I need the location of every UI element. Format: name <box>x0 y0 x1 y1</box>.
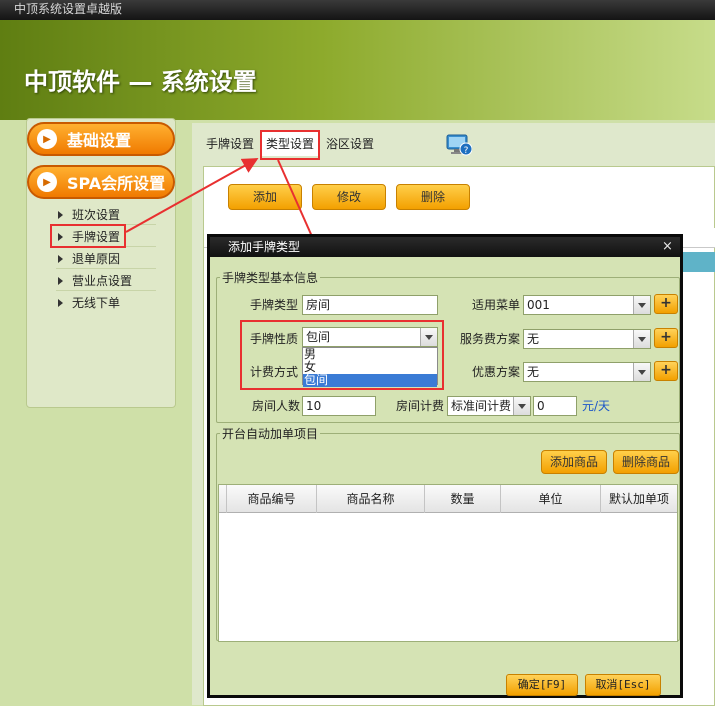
delete-goods-button[interactable]: 删除商品 <box>613 450 679 474</box>
discount-select-value: 无 <box>527 365 540 379</box>
people-input[interactable]: 10 <box>302 396 376 416</box>
chevron-down-icon <box>633 363 650 381</box>
column-quantity[interactable]: 数量 <box>425 485 501 513</box>
column-unit[interactable]: 单位 <box>501 485 601 513</box>
add-menu-button[interactable]: + <box>654 294 678 314</box>
type-label: 手牌类型 <box>250 298 299 312</box>
room-billing-select[interactable]: 标准间计费 <box>447 396 531 416</box>
price-unit: 元/天 <box>582 399 611 413</box>
room-billing-label: 房间计费 <box>396 399 445 413</box>
people-label: 房间人数 <box>252 399 301 413</box>
service-select[interactable]: 无 <box>523 329 651 349</box>
add-discount-button[interactable]: + <box>654 361 678 381</box>
close-icon[interactable]: × <box>662 237 676 257</box>
room-billing-value: 标准间计费 <box>451 399 512 413</box>
add-goods-button[interactable]: 添加商品 <box>541 450 607 474</box>
billing-label: 计费方式 <box>250 365 299 379</box>
service-label: 服务费方案 <box>460 332 521 346</box>
confirm-button[interactable]: 确定[F9] <box>506 674 578 696</box>
column-default-item[interactable]: 默认加单项 <box>601 485 677 513</box>
discount-select[interactable]: 无 <box>523 362 651 382</box>
menu-select-value: 001 <box>527 298 550 312</box>
auto-items-legend: 开台自动加单项目 <box>220 425 321 442</box>
basic-info-legend: 手牌类型基本信息 <box>220 269 321 286</box>
column-goods-code[interactable]: 商品编号 <box>227 485 317 513</box>
menu-select[interactable]: 001 <box>523 295 651 315</box>
chevron-down-icon <box>633 330 650 348</box>
service-select-value: 无 <box>527 332 540 346</box>
price-input[interactable]: 0 <box>533 396 577 416</box>
grid-header-row-selector <box>219 485 227 513</box>
chevron-down-icon <box>633 296 650 314</box>
chevron-down-icon <box>513 397 530 415</box>
type-input[interactable]: 房间 <box>302 295 438 315</box>
menu-label: 适用菜单 <box>472 298 521 312</box>
add-service-button[interactable]: + <box>654 328 678 348</box>
dialog-title: 添加手牌类型 <box>210 237 680 257</box>
discount-label: 优惠方案 <box>472 365 521 379</box>
column-goods-name[interactable]: 商品名称 <box>317 485 425 513</box>
cancel-button[interactable]: 取消[Esc] <box>585 674 661 696</box>
